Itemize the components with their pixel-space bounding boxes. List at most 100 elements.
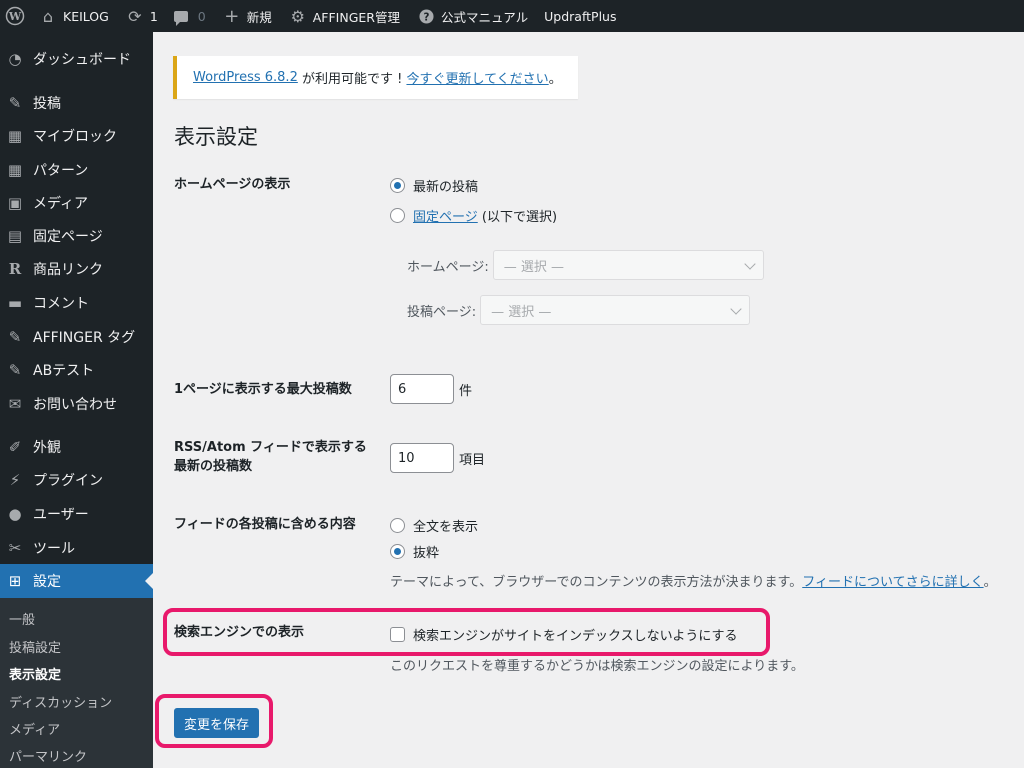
settings-submenu: 一般 投稿設定 表示設定 ディスカッション メディア パーマリンク [0, 598, 153, 768]
site-name: KEILOG [63, 8, 109, 24]
radio-button-checked[interactable] [390, 178, 405, 193]
site-name-menu[interactable]: ⌂ KEILOG [30, 0, 117, 32]
discourage-search-engines-label: 検索エンジンがサイトをインデックスしないようにする [413, 629, 738, 644]
posts-page-select-value: — 選択 — [491, 304, 552, 320]
feed-learn-more-link[interactable]: フィードについてさらに詳しく [802, 575, 983, 590]
submenu-item-discussion[interactable]: ディスカッション [9, 692, 112, 711]
feed-description-text: テーマによって、ブラウザーでのコンテンツの表示方法が決まります。 [390, 575, 803, 590]
updraftplus-label: UpdraftPlus [544, 8, 617, 24]
new-content-menu[interactable]: + 新規 [214, 0, 280, 32]
sidebar-item-tools[interactable]: ✂ ツール [0, 531, 153, 565]
front-page-select[interactable]: — 選択 — [492, 250, 764, 280]
posts-page-label: 投稿ページ: [407, 304, 477, 320]
pin-icon: ✎ [8, 94, 22, 112]
comments-count: 0 [197, 8, 206, 24]
sidebar-item-posts[interactable]: ✎ 投稿 [0, 86, 153, 120]
updates-menu[interactable]: ⟳ 1 [117, 0, 166, 32]
submenu-item-writing[interactable]: 投稿設定 [9, 637, 61, 656]
comments-menu[interactable]: 0 [166, 0, 214, 32]
submenu-item-reading[interactable]: 表示設定 [9, 664, 61, 683]
radio-button[interactable] [390, 208, 405, 223]
sidebar-item-media[interactable]: ▣ メディア [0, 186, 153, 220]
updates-count: 1 [149, 8, 158, 24]
save-changes-button[interactable]: 変更を保存 [174, 708, 259, 738]
comment-icon: ▬ [7, 294, 23, 312]
search-engine-description: このリクエストを尊重するかどうかは検索エンジンの設定によります。 [390, 659, 804, 674]
radio-full-text[interactable]: 全文を表示 [390, 516, 478, 535]
grid-icon: ▦ [7, 127, 23, 145]
sidebar-item-product-links[interactable]: R 商品リンク [0, 252, 153, 286]
admin-bar: W ⌂ KEILOG ⟳ 1 0 + 新規 ⚙ AFFINGER管理 ? 公式マ… [0, 0, 1024, 32]
grid-icon: ▦ [7, 161, 23, 179]
radio-button-checked[interactable] [390, 544, 405, 559]
sidebar-item-plugins[interactable]: ⚡ プラグイン [0, 463, 153, 497]
search-engine-label: 検索エンジンでの表示 [174, 625, 305, 640]
static-page-suffix: (以下で選択) [477, 210, 558, 225]
page-icon: ▤ [7, 227, 23, 245]
r-icon: R [8, 260, 22, 278]
main-content: WordPress 6.8.2 が利用可能です ! 今すぐ更新してください 。 … [153, 32, 1024, 768]
plugin-icon: ⚡ [9, 471, 21, 489]
wrench-icon: ✂ [8, 539, 22, 557]
updraftplus-menu[interactable]: UpdraftPlus [536, 0, 624, 32]
sidebar-item-appearance[interactable]: ✐ 外観 [0, 430, 153, 464]
submenu-item-general[interactable]: 一般 [9, 609, 35, 628]
user-icon: ● [8, 505, 22, 523]
submenu-item-media[interactable]: メディア [9, 719, 60, 738]
update-now-link[interactable]: 今すぐ更新してください [406, 68, 548, 87]
manual-menu[interactable]: ? 公式マニュアル [408, 0, 536, 32]
sidebar-item-patterns[interactable]: ▦ パターン [0, 153, 153, 187]
posts-page-select[interactable]: — 選択 — [480, 295, 751, 325]
affinger-menu[interactable]: ⚙ AFFINGER管理 [280, 0, 408, 32]
posts-page-select-row: 投稿ページ: — 選択 — [407, 295, 751, 325]
discourage-search-engines-option[interactable]: 検索エンジンがサイトをインデックスしないようにする [390, 625, 737, 644]
manual-label: 公式マニュアル [441, 9, 529, 25]
feed-description-end: 。 [983, 575, 997, 590]
affinger-label: AFFINGER管理 [312, 9, 400, 25]
chevron-down-icon [730, 303, 742, 315]
front-page-select-value: — 選択 — [503, 259, 564, 275]
posts-per-page-unit: 件 [459, 384, 473, 399]
discourage-search-engines-checkbox[interactable] [390, 627, 405, 642]
new-label: 新規 [246, 9, 272, 25]
sidebar-item-users[interactable]: ● ユーザー [0, 497, 153, 531]
static-page-link[interactable]: 固定ページ [413, 206, 478, 225]
pin-icon: ✎ [8, 361, 22, 379]
svg-text:?: ? [423, 11, 429, 23]
dashboard-icon: ◔ [8, 50, 22, 68]
latest-posts-label: 最新の投稿 [413, 180, 479, 195]
sidebar-item-ab-test[interactable]: ✎ ABテスト [0, 353, 153, 387]
sidebar-item-pages[interactable]: ▤ 固定ページ [0, 219, 153, 253]
sidebar-item-comments[interactable]: ▬ コメント [0, 286, 153, 320]
radio-latest-posts[interactable]: 最新の投稿 [390, 176, 478, 195]
gear-icon: ⚙ [290, 6, 305, 26]
homepage-display-label: ホームページの表示 [174, 177, 291, 192]
page-title: 表示設定 [174, 125, 258, 149]
wordpress-version-link[interactable]: WordPress 6.8.2 [193, 70, 298, 85]
chevron-down-icon [744, 258, 756, 270]
sidebar-item-dashboard[interactable]: ◔ ダッシュボード [0, 42, 153, 76]
radio-static-page[interactable]: 固定ページ (以下で選択) [390, 206, 557, 225]
help-icon: ? [416, 6, 436, 26]
sidebar-item-contact[interactable]: ✉ お問い合わせ [0, 387, 153, 421]
posts-per-page-label: 1ページに表示する最大投稿数 [174, 382, 352, 397]
sidebar-item-myblocks[interactable]: ▦ マイブロック [0, 119, 153, 153]
submenu-item-permalinks[interactable]: パーマリンク [9, 746, 87, 765]
front-page-select-row: ホームページ: — 選択 — [407, 250, 764, 280]
full-text-label: 全文を表示 [413, 520, 479, 535]
posts-per-page-input[interactable]: 6 [390, 374, 454, 404]
wordpress-logo-menu[interactable]: W [0, 0, 30, 32]
pin-icon: ✎ [8, 328, 22, 346]
radio-excerpt[interactable]: 抜粋 [390, 542, 439, 561]
svg-text:W: W [8, 10, 22, 23]
wordpress-logo-icon: W [5, 6, 25, 26]
rss-posts-input[interactable]: 10 [390, 443, 454, 473]
notice-text: が利用可能です ! [297, 72, 407, 87]
plus-icon: + [224, 5, 240, 27]
update-notice: WordPress 6.8.2 が利用可能です ! 今すぐ更新してください 。 [173, 56, 578, 99]
front-page-label: ホームページ: [407, 259, 489, 275]
sidebar-item-affinger-tags[interactable]: ✎ AFFINGER タグ [0, 320, 153, 354]
feed-description: テーマによって、ブラウザーでのコンテンツの表示方法が決まります。フィードについて… [390, 571, 997, 590]
radio-button[interactable] [390, 518, 405, 533]
sidebar-item-settings[interactable]: ⊞ 設定 [0, 564, 153, 598]
